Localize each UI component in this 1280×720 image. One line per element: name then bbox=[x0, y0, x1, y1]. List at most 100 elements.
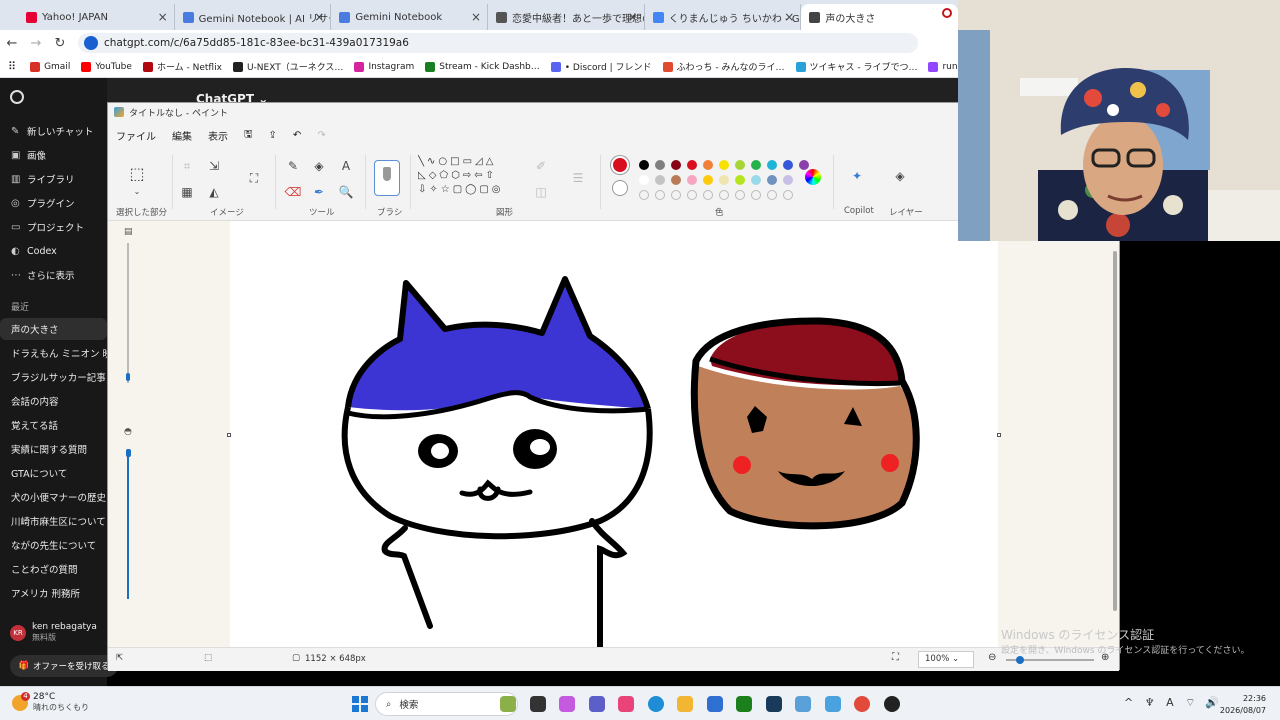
custom-color-slot[interactable] bbox=[655, 190, 665, 200]
close-icon[interactable]: × bbox=[628, 10, 638, 24]
weather-widget[interactable]: 4 28°C 晴れのちくもり bbox=[12, 691, 89, 713]
color-swatch[interactable] bbox=[687, 175, 697, 185]
resize-icon[interactable]: ⇲ bbox=[205, 157, 223, 175]
select-rect-icon[interactable]: ⬚ bbox=[128, 165, 146, 183]
recent-chat-item[interactable]: 覚えてる話 bbox=[0, 414, 107, 436]
custom-color-slot[interactable] bbox=[767, 190, 777, 200]
color-swatch[interactable] bbox=[703, 160, 713, 170]
zoom-out-icon[interactable]: ⊖ bbox=[988, 652, 996, 663]
slider-thumb[interactable] bbox=[126, 373, 130, 381]
chevron-up-icon[interactable]: ^ bbox=[1124, 696, 1133, 709]
color-picker-icon[interactable]: ✒ bbox=[310, 183, 328, 201]
close-icon[interactable]: × bbox=[471, 10, 481, 24]
bookmark-item[interactable]: ツイキャス - ライブでつ… bbox=[795, 60, 917, 73]
color-swatch[interactable] bbox=[671, 175, 681, 185]
bookmark-item[interactable]: U-NEXT（ユーネクス… bbox=[232, 60, 343, 73]
menu-view[interactable]: 表示 bbox=[208, 128, 228, 143]
apps-grid-icon[interactable]: ⠿ bbox=[8, 60, 16, 73]
color-swatch[interactable] bbox=[799, 160, 809, 170]
forward-icon[interactable]: → bbox=[24, 36, 48, 51]
zoom-select[interactable]: 100% ⌄ bbox=[918, 651, 974, 668]
undo-icon[interactable]: ↶ bbox=[293, 130, 301, 141]
layers-icon[interactable]: ◈ bbox=[891, 167, 909, 185]
browser-tab[interactable]: Gemini Notebook | AI リサーチ× bbox=[175, 4, 332, 30]
bookmark-item[interactable]: ホーム - Netflix bbox=[142, 60, 222, 73]
canvas-resize-handle[interactable] bbox=[997, 433, 1001, 437]
vertical-scrollbar[interactable] bbox=[1113, 251, 1117, 611]
outline-icon[interactable]: ✐ bbox=[532, 157, 550, 175]
redo-icon[interactable]: ↷ bbox=[317, 130, 325, 141]
magnifier-icon[interactable]: 🔍 bbox=[337, 183, 355, 201]
menu-edit[interactable]: 編集 bbox=[172, 128, 192, 143]
color-swatch[interactable] bbox=[767, 175, 777, 185]
recent-chat-item[interactable]: 声の大きさ bbox=[0, 318, 107, 340]
zoom-slider[interactable] bbox=[1006, 656, 1094, 664]
color-swatch[interactable] bbox=[655, 175, 665, 185]
sidebar-nav-item[interactable]: ⋯ さらに表示 bbox=[0, 264, 107, 286]
color-swatch[interactable] bbox=[687, 160, 697, 170]
url-field[interactable]: chatgpt.com/c/6a75dd85-181c-83ee-bc31-43… bbox=[78, 33, 918, 53]
obs-icon[interactable] bbox=[883, 696, 900, 712]
file-explorer-icon[interactable] bbox=[677, 696, 693, 712]
recent-chat-item[interactable]: ブラジルサッカー記事リンク bbox=[0, 366, 107, 388]
snipping-icon[interactable] bbox=[795, 696, 811, 712]
browser-window-icon[interactable] bbox=[529, 696, 546, 712]
teams-icon[interactable] bbox=[588, 696, 605, 712]
color-swatch[interactable] bbox=[719, 175, 729, 185]
image-select-icon[interactable]: ⛶ bbox=[245, 169, 263, 187]
lips-icon[interactable] bbox=[618, 696, 634, 712]
microphone-icon[interactable]: ♆ bbox=[1145, 696, 1155, 709]
shapes-gallery[interactable]: ╲∿○□▭◿△ ◺◇⬠⬡⇨⇦⇧ ⇩✧☆▢◯▢◎ bbox=[418, 155, 522, 199]
recent-chat-item[interactable]: GTAについて bbox=[0, 462, 107, 484]
recent-chat-item[interactable]: ドラえもん ミニオン 映画 bbox=[0, 342, 107, 364]
sidebar-nav-item[interactable]: ◐ Codex bbox=[0, 240, 107, 262]
custom-color-slot[interactable] bbox=[735, 190, 745, 200]
bookmark-item[interactable]: Gmail bbox=[30, 61, 70, 72]
user-profile[interactable]: KR ken rebagatya 無料版 bbox=[10, 622, 97, 643]
system-tray[interactable]: ^ ♆ A ⌔ 🔊 bbox=[1124, 696, 1219, 710]
bookmark-item[interactable]: YouTube bbox=[81, 61, 132, 72]
sidebar-nav-item[interactable]: ✎ 新しいチャット bbox=[0, 120, 107, 142]
custom-color-slot[interactable] bbox=[671, 190, 681, 200]
color-swatch[interactable] bbox=[735, 175, 745, 185]
chevron-down-icon[interactable]: ⌄ bbox=[128, 183, 146, 201]
bookmark-item[interactable]: • Discord | フレンド bbox=[550, 60, 652, 73]
secondary-color-swatch[interactable] bbox=[612, 180, 628, 196]
custom-color-slot[interactable] bbox=[783, 190, 793, 200]
cactus-icon[interactable] bbox=[500, 696, 516, 712]
fill-bucket-icon[interactable]: ◈ bbox=[310, 157, 328, 175]
ime-icon[interactable]: A bbox=[1166, 696, 1174, 709]
line-size-icon[interactable]: ☰ bbox=[569, 169, 587, 187]
paint-icon[interactable] bbox=[824, 696, 841, 712]
fill-icon[interactable]: ◫ bbox=[532, 183, 550, 201]
text-tool-icon[interactable]: A bbox=[337, 157, 355, 175]
opacity-slider[interactable] bbox=[126, 449, 131, 599]
background-removal-icon[interactable]: ▦ bbox=[178, 183, 196, 201]
recent-chat-item[interactable]: アメリカ 刑務所 bbox=[0, 582, 107, 604]
network-icon[interactable]: ⌔ bbox=[1185, 696, 1195, 709]
sidebar-nav-item[interactable]: ▥ ライブラリ bbox=[0, 168, 107, 190]
browser-tab[interactable]: Yahoo! JAPAN × bbox=[18, 4, 175, 30]
slider-thumb[interactable] bbox=[126, 449, 131, 457]
browser-tab[interactable]: 声の大きさ bbox=[801, 4, 959, 30]
fit-screen-icon[interactable]: ⛶ bbox=[892, 652, 899, 663]
custom-color-slot[interactable] bbox=[687, 190, 697, 200]
site-info-icon[interactable] bbox=[84, 36, 98, 50]
edge-icon[interactable] bbox=[647, 696, 664, 712]
eraser-icon[interactable]: ⌫ bbox=[284, 183, 302, 201]
taskbar-search[interactable]: ⌕ 検索 bbox=[375, 692, 518, 716]
color-swatch[interactable] bbox=[751, 175, 761, 185]
share-icon[interactable]: ⇪ bbox=[269, 130, 277, 141]
zoom-slider-thumb[interactable] bbox=[1016, 656, 1024, 664]
browser-tab[interactable]: Gemini Notebook × bbox=[331, 4, 489, 30]
color-swatch[interactable] bbox=[703, 175, 713, 185]
start-icon[interactable] bbox=[352, 696, 368, 712]
color-swatch[interactable] bbox=[655, 160, 665, 170]
copilot-icon[interactable]: ✦ bbox=[848, 167, 866, 185]
sidebar-nav-item[interactable]: ▣ 画像 bbox=[0, 144, 107, 166]
color-swatch[interactable] bbox=[639, 160, 649, 170]
custom-color-slot[interactable] bbox=[719, 190, 729, 200]
offer-button[interactable]: 🎁 オファーを受け取る bbox=[10, 655, 118, 677]
color-swatch[interactable] bbox=[767, 160, 777, 170]
drawing-canvas[interactable] bbox=[230, 221, 998, 647]
